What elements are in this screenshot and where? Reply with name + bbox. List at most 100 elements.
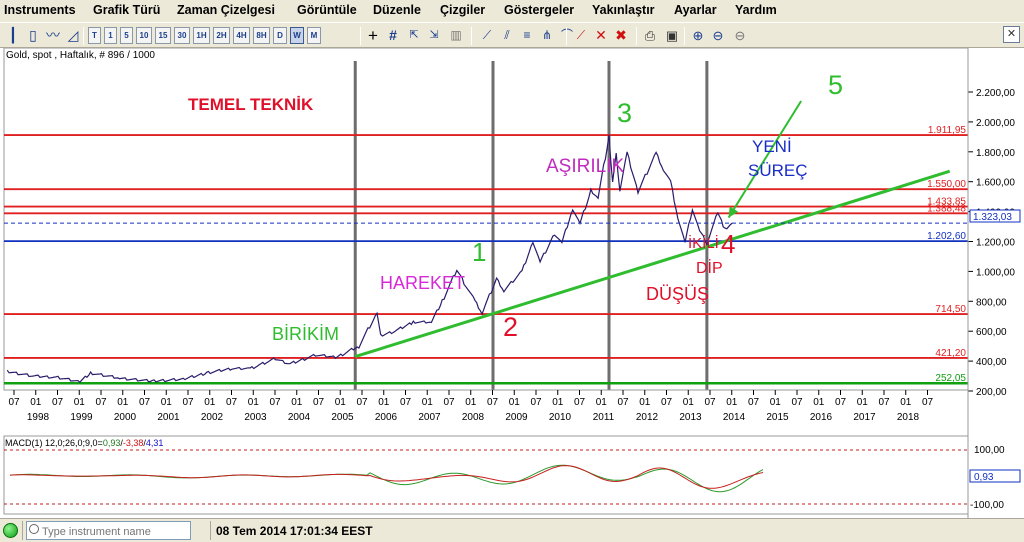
line-chart-icon[interactable]: 〰 xyxy=(44,26,62,45)
level-label: 1.202,60 xyxy=(927,231,966,242)
shift-icon[interactable]: ⇲ xyxy=(425,26,443,45)
month-tick-label: 01 xyxy=(509,397,521,408)
candlestick-icon[interactable]: ▯ xyxy=(24,26,42,45)
month-tick-label: 01 xyxy=(117,397,129,408)
save-image-icon[interactable]: ▣ xyxy=(663,26,681,45)
month-tick-label: 01 xyxy=(74,397,86,408)
month-tick-label: 07 xyxy=(182,397,194,408)
search-icon xyxy=(29,524,39,534)
year-label: 2000 xyxy=(114,412,137,423)
menu-bar: Instruments Grafik Türü Zaman Çizelgesi … xyxy=(0,0,1024,21)
menu-duzenle[interactable]: Düzenle xyxy=(373,3,421,17)
toolbar-separator xyxy=(83,27,84,45)
month-tick-label: 07 xyxy=(791,397,803,408)
chart-canvas[interactable]: Gold, spot , Haftalık, # 896 / 1000 TEME… xyxy=(0,48,1024,518)
month-tick-label: 01 xyxy=(683,397,695,408)
macd-label: MACD(1) 12,0;26,0;9,0=0,93/-3,38/4,31 xyxy=(5,438,163,448)
level-label: 1.388,48 xyxy=(927,203,966,214)
zoom-in-icon[interactable]: ⊕ xyxy=(689,26,707,45)
fibonacci-icon[interactable]: ≡ xyxy=(518,26,536,45)
menu-goruntule[interactable]: Görüntüle xyxy=(297,3,357,17)
year-label: 2010 xyxy=(549,412,572,423)
menu-instruments[interactable]: Instruments xyxy=(4,3,76,17)
month-tick-label: 01 xyxy=(552,397,564,408)
year-label: 2016 xyxy=(810,412,833,423)
menu-yakinlastir[interactable]: Yakınlaştır xyxy=(592,3,655,17)
timeframe-10[interactable]: 10 xyxy=(136,27,152,44)
chart-area[interactable]: Gold, spot , Haftalık, # 896 / 1000 TEME… xyxy=(0,48,1024,518)
scale-icon[interactable]: ⇱ xyxy=(405,26,423,45)
channel-icon[interactable]: ⫽ xyxy=(498,26,516,45)
annotation-title: TEMEL TEKNİK xyxy=(188,95,314,114)
draw-line-icon[interactable]: ⟋ xyxy=(572,26,590,45)
print-icon[interactable]: ⎙ xyxy=(641,26,659,45)
annotation-birikim: BİRİKİM xyxy=(272,324,339,344)
price-tick-label: 2.200,00 xyxy=(976,88,1015,99)
menu-cizgiler[interactable]: Çizgiler xyxy=(440,3,485,17)
menu-zaman-cizelgesi[interactable]: Zaman Çizelgesi xyxy=(177,3,275,17)
year-label: 1998 xyxy=(27,412,50,423)
crosshair-icon[interactable]: + xyxy=(364,26,382,45)
month-tick-label: 01 xyxy=(726,397,738,408)
timeframe-1[interactable]: 1 xyxy=(104,27,117,44)
toolbar-separator xyxy=(566,27,567,45)
menu-yardim[interactable]: Yardım xyxy=(735,3,777,17)
month-tick-label: 07 xyxy=(922,397,934,408)
timeframe-tick[interactable]: T xyxy=(88,27,101,44)
toolbar-separator xyxy=(471,27,472,45)
year-label: 2012 xyxy=(636,412,659,423)
menu-ayarlar[interactable]: Ayarlar xyxy=(674,3,717,17)
area-chart-icon[interactable]: ◿ xyxy=(64,26,82,45)
month-tick-label: 01 xyxy=(291,397,303,408)
bar-chart-icon[interactable]: ┃ xyxy=(4,26,22,45)
timeframe-4h[interactable]: 4H xyxy=(233,27,250,44)
zoom-out-icon[interactable]: ⊖ xyxy=(709,26,727,45)
timeframe-30[interactable]: 30 xyxy=(174,27,190,44)
trendline-icon[interactable]: ⟋ xyxy=(478,26,496,45)
timeframe-d[interactable]: D xyxy=(273,27,287,44)
month-tick-label: 07 xyxy=(8,397,20,408)
month-tick-label: 07 xyxy=(269,397,281,408)
fan-icon[interactable]: ⋔ xyxy=(538,26,556,45)
price-axis: 2.200,002.000,001.800,001.600,001.400,00… xyxy=(968,88,1015,398)
year-label: 2005 xyxy=(331,412,354,423)
timeframe-5[interactable]: 5 xyxy=(120,27,133,44)
timeframe-w[interactable]: W xyxy=(290,27,304,44)
zoom-reset-icon[interactable]: ⊖ xyxy=(731,26,749,45)
menu-grafik-turu[interactable]: Grafik Türü xyxy=(93,3,160,17)
month-tick-label: 01 xyxy=(30,397,42,408)
month-tick-label: 01 xyxy=(639,397,651,408)
timeframe-1h[interactable]: 1H xyxy=(193,27,210,44)
timeframe-8h[interactable]: 8H xyxy=(253,27,270,44)
delete-icon[interactable]: ✕ xyxy=(592,26,610,45)
status-separator xyxy=(210,521,211,540)
instrument-search-input[interactable] xyxy=(26,521,191,540)
annotation-hareket: HAREKET xyxy=(380,273,465,293)
year-label: 2002 xyxy=(201,412,224,423)
year-label: 2009 xyxy=(505,412,528,423)
annotation-asirilik: AŞIRILIK xyxy=(546,156,624,177)
price-tick-label: 600,00 xyxy=(976,327,1007,338)
volume-icon[interactable]: ▥ xyxy=(447,26,465,45)
delete-all-icon[interactable]: ✖ xyxy=(612,26,630,45)
close-icon[interactable]: ✕ xyxy=(1003,26,1020,43)
timeframe-m[interactable]: M xyxy=(307,27,321,44)
price-tick-label: 1.800,00 xyxy=(976,148,1015,159)
year-label: 2003 xyxy=(244,412,267,423)
month-tick-label: 07 xyxy=(313,397,325,408)
grid-icon[interactable]: # xyxy=(384,26,402,45)
timeframe-15[interactable]: 15 xyxy=(155,27,171,44)
wave-label-5: 5 xyxy=(828,70,843,100)
menu-gostergeler[interactable]: Göstergeler xyxy=(504,3,574,17)
wave-label-2: 2 xyxy=(503,312,518,342)
price-tick-label: 1.600,00 xyxy=(976,178,1015,189)
month-tick-label: 07 xyxy=(574,397,586,408)
year-label: 2015 xyxy=(766,412,789,423)
current-price-label: 1.323,03 xyxy=(973,212,1012,223)
level-label: 714,50 xyxy=(935,304,966,315)
month-tick-label: 07 xyxy=(704,397,716,408)
year-label: 2017 xyxy=(853,412,876,423)
wave-label-1: 1 xyxy=(472,237,486,267)
time-axis: 07 01 07 01 07 01 07 01 07 01 07 01 07 01 07 01 07 01 07 01… xyxy=(4,389,968,423)
timeframe-2h[interactable]: 2H xyxy=(213,27,230,44)
